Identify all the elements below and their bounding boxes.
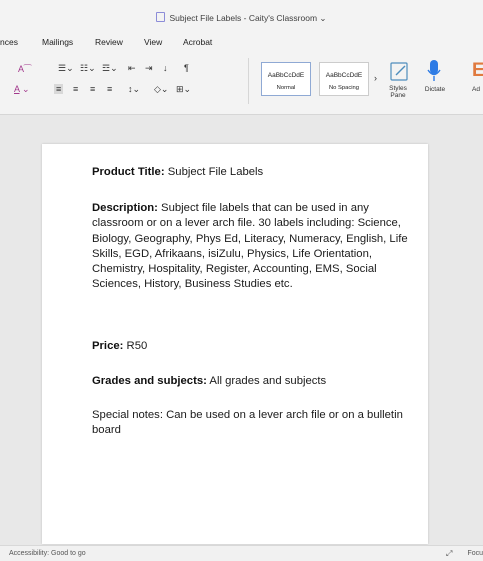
accessibility-status[interactable]: Accessibility: Good to go xyxy=(9,550,86,557)
add-in-icon[interactable]: E xyxy=(472,60,483,82)
title-bar: Subject File Labels - Caity's Classroom … xyxy=(0,0,483,34)
borders-icon[interactable]: ⊞⌄ xyxy=(176,84,191,95)
align-left-icon[interactable]: ≡ xyxy=(54,84,64,94)
divider xyxy=(248,58,249,104)
ribbon-tabs: nces Mailings Review View Acrobat xyxy=(0,34,483,52)
font-color-icon[interactable]: A ⌄ xyxy=(14,84,30,95)
text-effects-icon[interactable]: A⁀ xyxy=(18,64,31,75)
grades-line: Grades and subjects: All grades and subj… xyxy=(92,375,327,387)
document-icon xyxy=(156,12,166,22)
tab-references[interactable]: nces xyxy=(0,37,18,47)
styles-pane-icon[interactable] xyxy=(389,60,411,82)
tab-view[interactable]: View xyxy=(144,37,162,47)
price-line: Price: R50 xyxy=(92,340,148,352)
paragraph-marks-icon[interactable]: ¶ xyxy=(184,63,189,73)
increase-indent-icon[interactable]: ⇥ xyxy=(145,63,153,74)
align-center-icon[interactable]: ≡ xyxy=(73,84,78,94)
tab-acrobat[interactable]: Acrobat xyxy=(183,37,212,47)
decrease-indent-icon[interactable]: ⇤ xyxy=(128,63,136,74)
product-title-line: Product Title: Subject File Labels xyxy=(92,166,264,178)
align-right-icon[interactable]: ≡ xyxy=(90,84,95,94)
tab-review[interactable]: Review xyxy=(95,37,123,47)
bullets-icon[interactable]: ☰⌄ xyxy=(58,63,74,74)
style-no-spacing[interactable]: AaBbCcDdE No Spacing xyxy=(319,62,369,96)
microphone-icon[interactable] xyxy=(425,58,443,84)
add-ins-label: Ad xyxy=(472,86,480,93)
sort-icon[interactable]: ↓ xyxy=(163,63,168,73)
style-normal[interactable]: AaBbCcDdE Normal xyxy=(261,62,311,96)
line-spacing-icon[interactable]: ↕⌄ xyxy=(128,84,140,95)
status-bar: Accessibility: Good to go ⤢ Focu xyxy=(0,545,483,561)
document-page[interactable]: Product Title: Subject File Labels Descr… xyxy=(42,144,428,544)
multilevel-list-icon[interactable]: ☲⌄ xyxy=(102,63,118,74)
tab-mailings[interactable]: Mailings xyxy=(42,37,73,47)
chevron-down-icon[interactable]: ⌄ xyxy=(317,13,326,23)
focus-mode-label[interactable]: Focu xyxy=(467,550,483,557)
dictate-label: Dictate xyxy=(424,86,446,93)
numbering-icon[interactable]: ☷⌄ xyxy=(80,63,96,74)
window-title: Subject File Labels - Caity's Classroom … xyxy=(0,12,483,24)
styles-gallery-arrow-icon[interactable]: › xyxy=(374,73,377,83)
special-notes-paragraph: Special notes: Can be used on a lever ar… xyxy=(92,409,403,437)
justify-icon[interactable]: ≡ xyxy=(107,84,112,94)
focus-icon[interactable]: ⤢ xyxy=(446,549,452,559)
description-paragraph: Description: Subject file labels that ca… xyxy=(92,202,408,291)
styles-pane-label: Styles Pane xyxy=(389,85,407,99)
shading-icon[interactable]: ◇⌄ xyxy=(154,84,168,95)
